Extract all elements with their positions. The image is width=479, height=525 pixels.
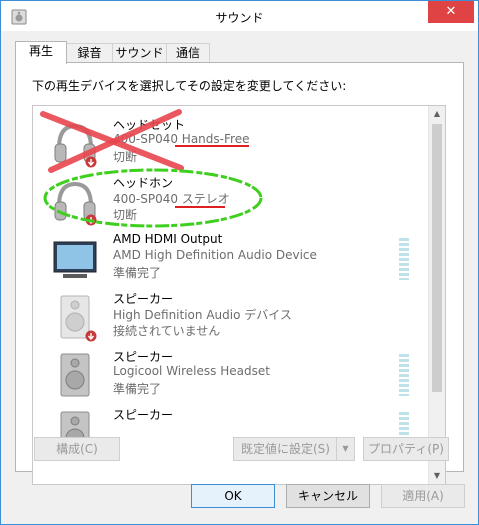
volume-meter <box>399 238 409 280</box>
close-button[interactable]: ✕ <box>428 1 474 23</box>
chevron-down-icon[interactable]: ▼ <box>336 438 354 460</box>
device-item-headphones[interactable]: ヘッドホン 400-SP040 ステレオ 切断 <box>33 172 423 230</box>
device-item-hdmi-output[interactable]: AMD HDMI Output AMD High Definition Audi… <box>33 230 423 288</box>
apply-button[interactable]: 適用(A) <box>381 484 465 508</box>
set-default-button[interactable]: 既定値に設定(S) ▼ <box>233 437 355 461</box>
device-list[interactable]: ヘッドセット 400-SP040 Hands-Free 切断 ヘッドホン 400… <box>32 105 446 485</box>
headphones-icon <box>54 123 97 168</box>
device-description: Logicool Wireless Headset <box>113 364 270 378</box>
speaker-icon <box>60 353 90 397</box>
device-name: スピーカー <box>113 292 174 306</box>
monitor-icon <box>53 241 97 278</box>
device-status: 切断 <box>113 150 138 164</box>
list-scrollbar[interactable]: ▲ ▼ <box>428 106 445 484</box>
configure-button[interactable]: 構成(C) <box>34 437 120 461</box>
scroll-down-arrow-icon[interactable]: ▼ <box>429 468 445 484</box>
properties-button[interactable]: プロパティ(P) <box>363 437 449 461</box>
device-name: スピーカー <box>113 350 174 364</box>
cancel-button[interactable]: キャンセル <box>286 484 370 508</box>
set-default-label: 既定値に設定(S) <box>241 442 330 456</box>
volume-meter <box>399 354 409 396</box>
ok-button[interactable]: OK <box>191 484 275 508</box>
device-item-headset[interactable]: ヘッドセット 400-SP040 Hands-Free 切断 <box>33 114 423 172</box>
device-description: 400-SP040 Hands-Free <box>113 132 250 146</box>
scroll-up-arrow-icon[interactable]: ▲ <box>429 106 445 122</box>
playback-panel: 下の再生デバイスを選択してその設定を変更してください: ヘッドセット 400-S… <box>15 62 464 485</box>
device-item-speakers-hd-audio[interactable]: スピーカー High Definition Audio デバイス 接続されていま… <box>33 288 423 346</box>
tab-sounds[interactable]: サウンド <box>112 43 167 62</box>
device-status: 切断 <box>113 208 138 222</box>
device-description: 400-SP040 ステレオ <box>113 192 230 206</box>
tab-playback[interactable]: 再生 <box>15 41 67 64</box>
device-status: 接続されていません <box>113 324 221 338</box>
headphones-icon <box>54 181 97 226</box>
device-name: AMD HDMI Output <box>113 232 223 246</box>
device-item-speakers-logicool[interactable]: スピーカー Logicool Wireless Headset 準備完了 <box>33 346 423 404</box>
device-description: AMD High Definition Audio Device <box>113 248 317 262</box>
device-name: ヘッドホン <box>113 176 174 190</box>
device-description: High Definition Audio デバイス <box>113 308 292 322</box>
window-title: サウンド <box>215 11 264 25</box>
scroll-thumb[interactable] <box>432 124 442 392</box>
speaker-icon <box>60 295 97 342</box>
device-name: スピーカー <box>113 408 174 422</box>
device-status: 準備完了 <box>113 266 162 280</box>
device-name: ヘッドセット <box>113 118 186 132</box>
instruction-text: 下の再生デバイスを選択してその設定を変更してください: <box>32 79 347 93</box>
tab-communications[interactable]: 通信 <box>166 43 210 62</box>
device-status: 準備完了 <box>113 382 162 396</box>
title-bar[interactable]: サウンド ✕ <box>1 1 478 31</box>
close-icon: ✕ <box>445 4 457 19</box>
sound-dialog: サウンド ✕ 再生 録音 サウンド 通信 下の再生デバイスを選択してその設定を変… <box>0 0 479 525</box>
tab-recording[interactable]: 録音 <box>66 43 113 62</box>
